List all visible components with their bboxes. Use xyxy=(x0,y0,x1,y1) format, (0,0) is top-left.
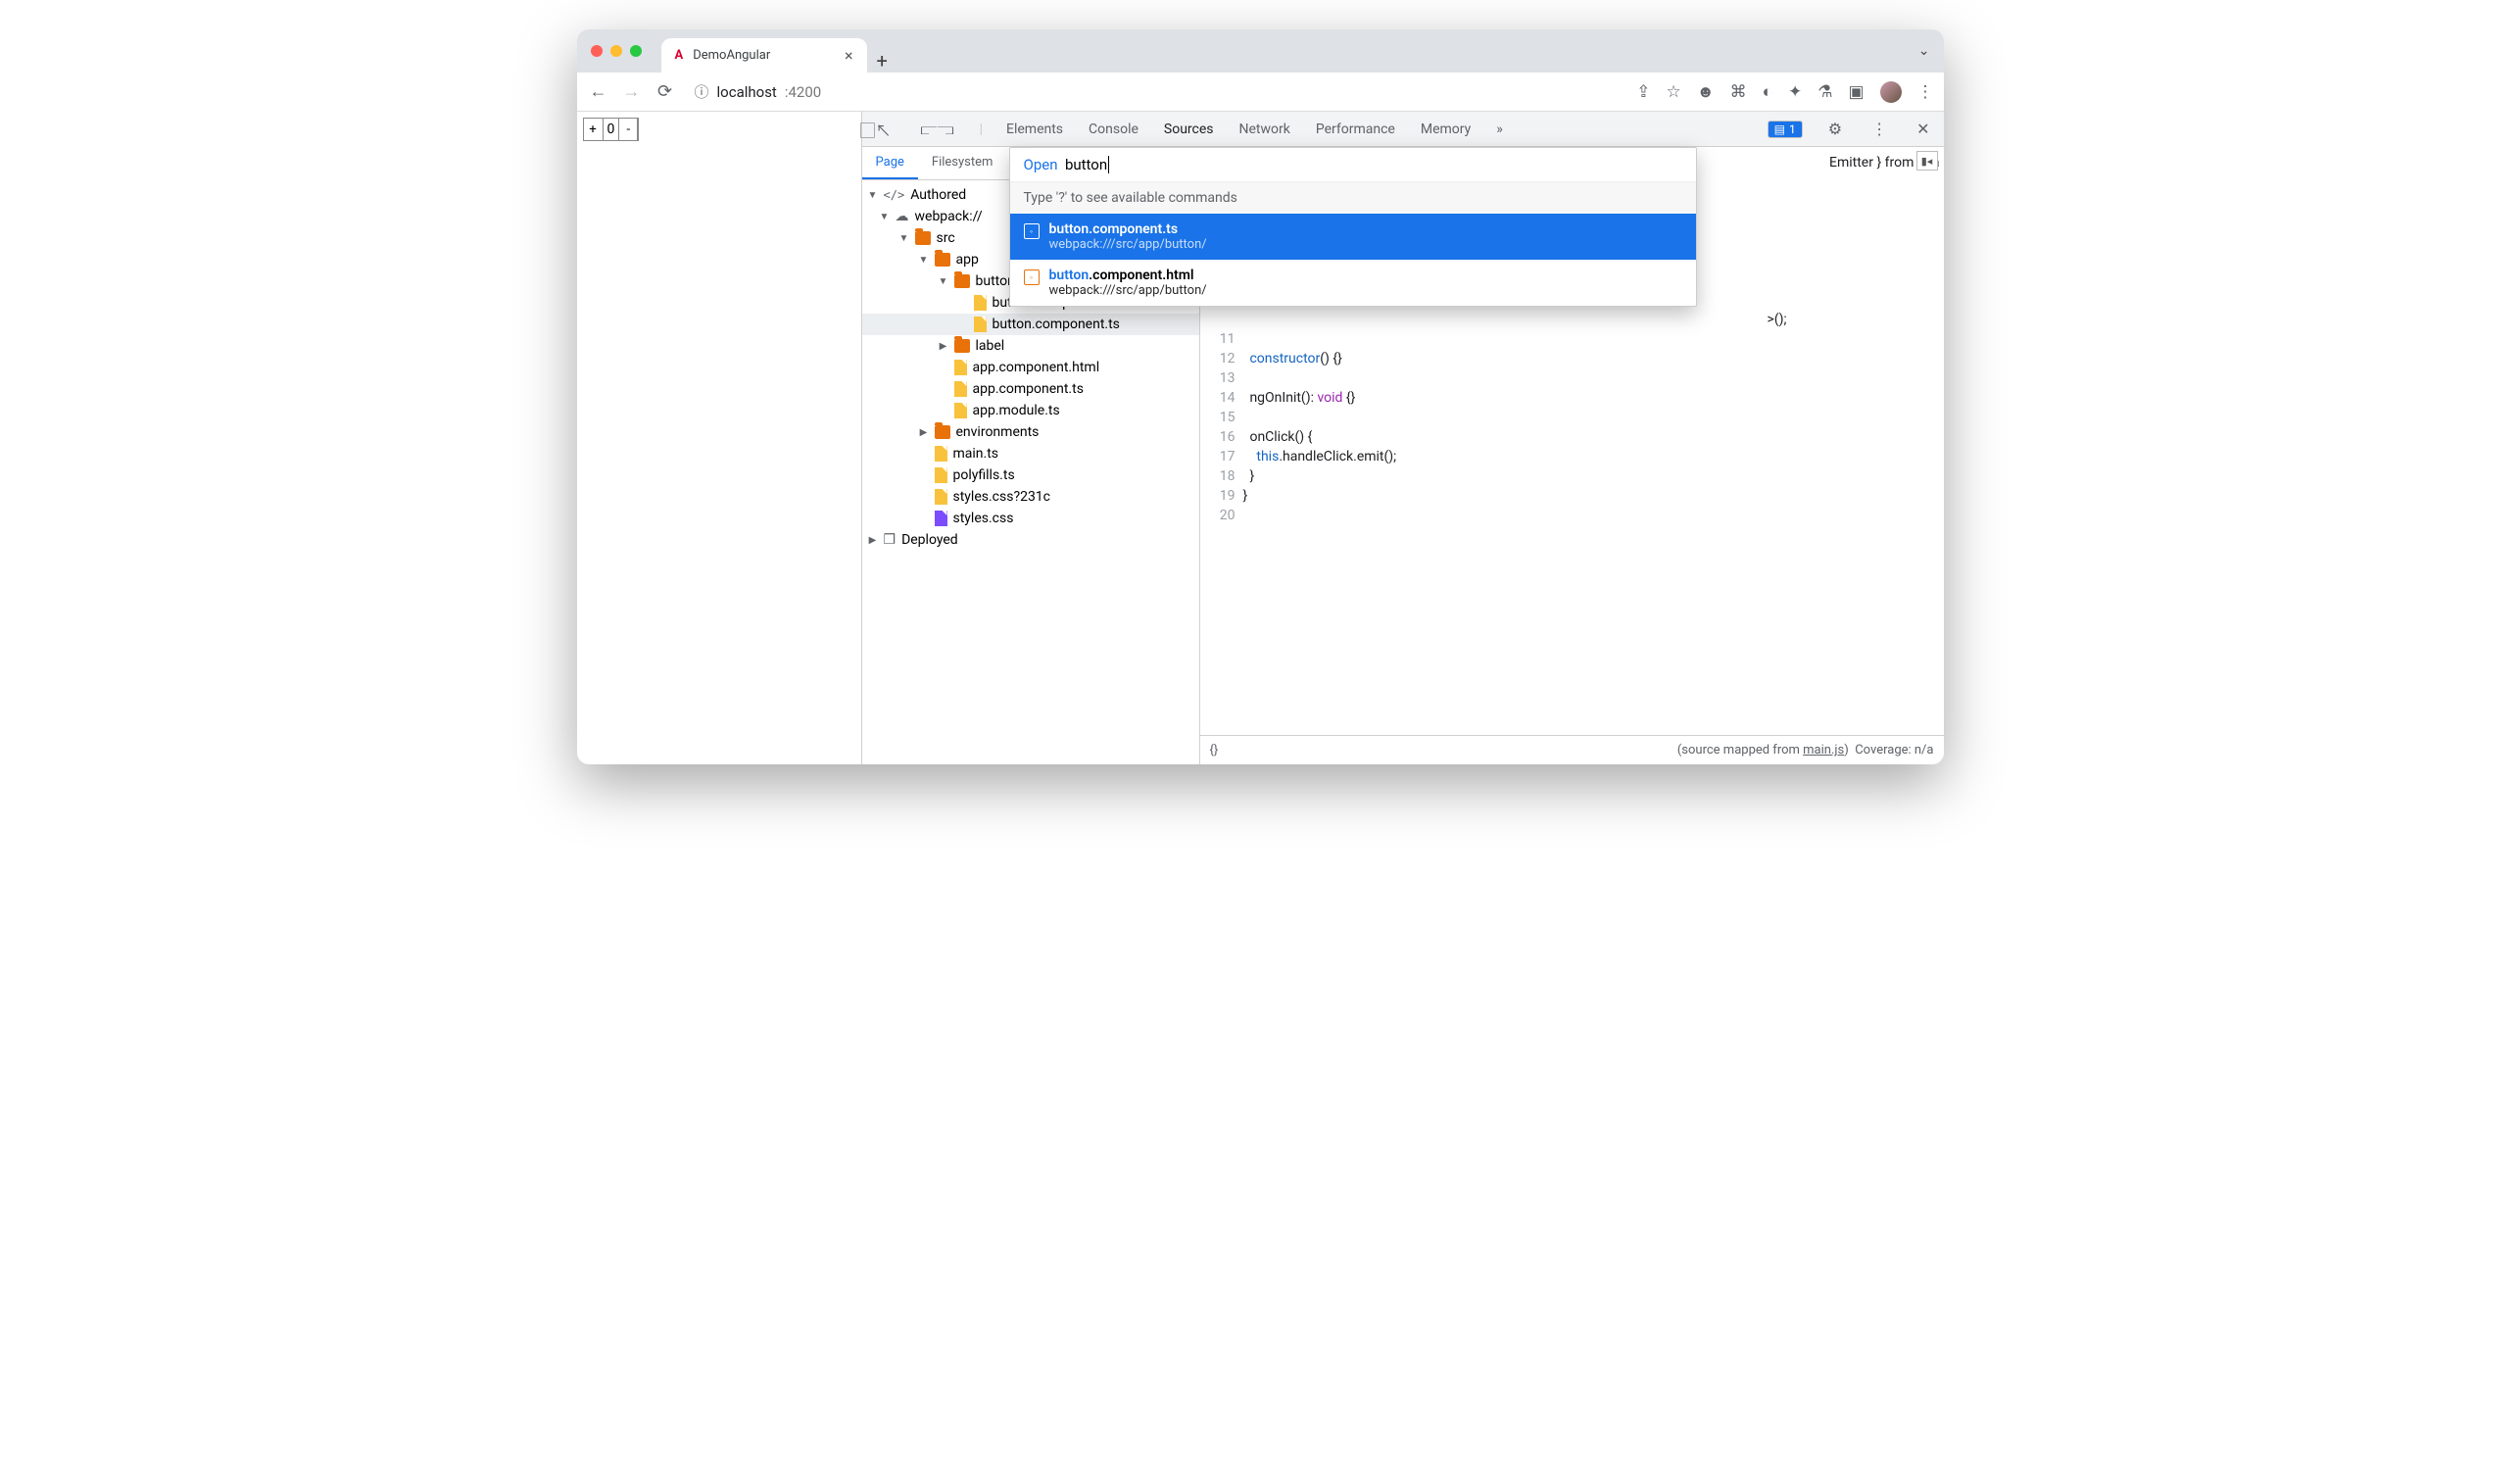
extensions-icon[interactable]: ✦ xyxy=(1788,82,1802,102)
maximize-window-button[interactable] xyxy=(630,45,642,57)
minimize-window-button[interactable] xyxy=(610,45,622,57)
angular-icon: A xyxy=(675,48,684,63)
tab-console[interactable]: Console xyxy=(1087,114,1140,145)
toggle-debugger-sidebar[interactable]: ▮◂ xyxy=(1916,151,1938,171)
titlebar: A DemoAngular × + ⌄ xyxy=(577,29,1944,73)
tree-label-folder[interactable]: ▶label xyxy=(862,335,1199,357)
tree-polyfills[interactable]: polyfills.ts xyxy=(862,464,1199,486)
reload-button[interactable]: ⟳ xyxy=(654,81,677,102)
window-controls xyxy=(591,45,642,57)
tree-deployed[interactable]: ▶❒Deployed xyxy=(862,529,1199,551)
open-result-2[interactable]: ◦ button.component.html webpack:///src/a… xyxy=(1010,260,1696,306)
devtools-panel: ⃞↖ ⫍⫎ | Elements Console Sources Network… xyxy=(861,112,1944,764)
tree-app-html[interactable]: app.component.html xyxy=(862,357,1199,378)
forward-button[interactable]: → xyxy=(620,81,644,102)
close-tab-button[interactable]: × xyxy=(845,46,853,65)
devtools-body: Page Filesystem ▼</>Authored ▼☁webpack:/… xyxy=(862,147,1944,764)
browser-tab[interactable]: A DemoAngular × xyxy=(661,38,867,73)
tree-environments[interactable]: ▶environments xyxy=(862,421,1199,443)
toolbar-icons: ⇪ ☆ ☻ ⌘ ◐ ✦ ⚗ ▣ ⋮ xyxy=(1636,81,1933,103)
url-port: :4200 xyxy=(785,83,821,101)
browser-window: A DemoAngular × + ⌄ ← → ⟳ ⓘ localhost :42… xyxy=(577,29,1944,764)
result-title: button.component.html xyxy=(1049,268,1207,283)
tab-network[interactable]: Network xyxy=(1237,114,1292,145)
content-area: + 0 - ⃞↖ ⫍⫎ | Elements Console Sources N… xyxy=(577,112,1944,764)
coverage-text: Coverage: n/a xyxy=(1855,743,1933,757)
devtools-tabs: ⃞↖ ⫍⫎ | Elements Console Sources Network… xyxy=(862,112,1944,147)
url-bar[interactable]: ⓘ localhost :4200 xyxy=(687,77,830,106)
open-label: Open xyxy=(1024,156,1058,173)
extension-icon-2[interactable]: ⌘ xyxy=(1730,82,1747,102)
subtab-filesystem[interactable]: Filesystem xyxy=(918,147,1007,179)
increment-button[interactable]: + xyxy=(584,119,604,140)
extension-icon-1[interactable]: ☻ xyxy=(1697,82,1715,102)
bookmark-icon[interactable]: ☆ xyxy=(1667,82,1681,102)
tabs-overflow[interactable]: » xyxy=(1494,114,1505,145)
tab-sources[interactable]: Sources xyxy=(1162,114,1216,145)
devtools-menu-icon[interactable]: ⋮ xyxy=(1867,118,1891,140)
settings-icon[interactable]: ⚙ xyxy=(1824,118,1846,140)
open-result-1[interactable]: ◦ button.component.ts webpack:///src/app… xyxy=(1010,214,1696,260)
device-toolbar-icon[interactable]: ⫍⫎ xyxy=(917,118,958,141)
result-path: webpack:///src/app/button/ xyxy=(1049,283,1207,298)
tree-main[interactable]: main.ts xyxy=(862,443,1199,464)
tabs-dropdown-button[interactable]: ⌄ xyxy=(1918,43,1930,59)
tree-styles-q[interactable]: styles.css?231c xyxy=(862,486,1199,508)
address-bar: ← → ⟳ ⓘ localhost :4200 ⇪ ☆ ☻ ⌘ ◐ ✦ ⚗ ▣ ⋮ xyxy=(577,73,1944,112)
decrement-button[interactable]: - xyxy=(618,119,638,140)
tab-performance[interactable]: Performance xyxy=(1314,114,1397,145)
tree-styles[interactable]: styles.css xyxy=(862,508,1199,529)
new-tab-button[interactable]: + xyxy=(877,49,888,73)
open-file-popup: Open button Type '?' to see available co… xyxy=(1009,147,1697,307)
close-window-button[interactable] xyxy=(591,45,603,57)
labs-icon[interactable]: ⚗ xyxy=(1817,82,1832,102)
tree-app-ts[interactable]: app.component.ts xyxy=(862,378,1199,400)
profile-avatar[interactable] xyxy=(1880,81,1902,103)
tab-elements[interactable]: Elements xyxy=(1004,114,1065,145)
open-file-input-row[interactable]: Open button xyxy=(1010,148,1696,181)
issues-badge[interactable]: ▤ 1 xyxy=(1768,121,1803,138)
file-icon: ◦ xyxy=(1024,269,1040,285)
source-mapped-text: (source mapped from main.js) xyxy=(1677,743,1849,757)
editor-statusbar: {} (source mapped from main.js) Coverage… xyxy=(1200,735,1944,764)
open-hint: Type '?' to see available commands xyxy=(1010,181,1696,214)
result-title: button.component.ts xyxy=(1049,221,1207,237)
back-button[interactable]: ← xyxy=(587,81,610,102)
tree-app-module[interactable]: app.module.ts xyxy=(862,400,1199,421)
tab-memory[interactable]: Memory xyxy=(1419,114,1473,145)
counter-widget: + 0 - xyxy=(583,118,640,141)
url-host: localhost xyxy=(717,83,777,101)
source-map-link[interactable]: main.js xyxy=(1803,743,1844,757)
counter-value: 0 xyxy=(604,122,619,137)
close-devtools-icon[interactable]: ✕ xyxy=(1913,118,1933,140)
tree-button-ts[interactable]: button.component.ts xyxy=(862,314,1199,335)
chrome-menu-icon[interactable]: ⋮ xyxy=(1917,82,1934,102)
pretty-print-button[interactable]: {} xyxy=(1210,743,1219,757)
tab-title: DemoAngular xyxy=(693,48,770,63)
subtab-page[interactable]: Page xyxy=(862,147,918,179)
open-query: button xyxy=(1065,156,1109,173)
extension-icon-3[interactable]: ◐ xyxy=(1763,82,1772,102)
browser-tabs: A DemoAngular × + xyxy=(661,29,888,73)
page-viewport: + 0 - xyxy=(577,112,861,764)
site-info-icon[interactable]: ⓘ xyxy=(695,81,709,102)
result-path: webpack:///src/app/button/ xyxy=(1049,237,1207,252)
file-icon: ◦ xyxy=(1024,223,1040,239)
inspect-icon[interactable]: ⃞↖ xyxy=(872,116,896,143)
side-panel-icon[interactable]: ▣ xyxy=(1848,82,1864,102)
share-icon[interactable]: ⇪ xyxy=(1636,82,1650,102)
